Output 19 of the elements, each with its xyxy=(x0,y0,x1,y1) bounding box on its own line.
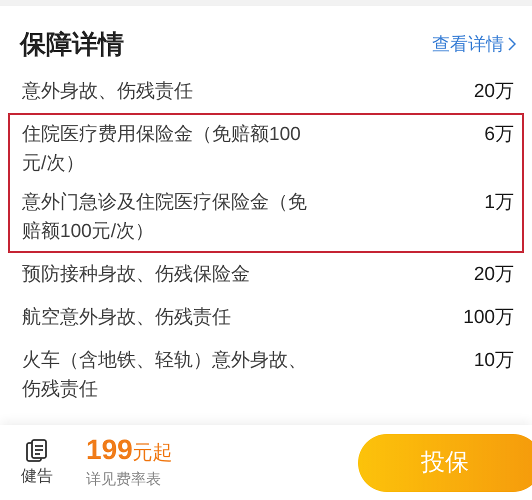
chevron-right-icon xyxy=(508,37,516,51)
document-icon[interactable] xyxy=(26,438,48,462)
coverage-amount: 100万 xyxy=(463,306,514,330)
notice-label[interactable]: 健告 xyxy=(21,466,53,486)
coverage-label: 预防接种身故、伤残保险金 xyxy=(22,263,251,287)
coverage-label: 住院医疗费用保险金（免赔额100元/次） xyxy=(22,123,302,176)
coverage-label: 意外门急诊及住院医疗保险金（免赔额100元/次） xyxy=(22,191,308,244)
price: 199元起 xyxy=(86,435,173,467)
coverage-amount: 10万 xyxy=(474,349,514,373)
coverage-amount: 6万 xyxy=(484,123,514,147)
coverage-amount: 20万 xyxy=(474,80,514,104)
section-title: 保障详情 xyxy=(20,28,124,60)
view-details-link[interactable]: 查看详情 xyxy=(432,30,516,58)
coverage-label: 航空意外身故、伤残责任 xyxy=(22,306,232,330)
coverage-amount: 20万 xyxy=(474,263,514,287)
coverage-label: 意外身故、伤残责任 xyxy=(22,80,194,104)
coverage-label: 火车（含地铁、轻轨）意外身故、伤残责任 xyxy=(22,349,308,402)
coverage-amount: 1万 xyxy=(484,191,514,215)
price-note: 详见费率表 xyxy=(86,470,162,490)
